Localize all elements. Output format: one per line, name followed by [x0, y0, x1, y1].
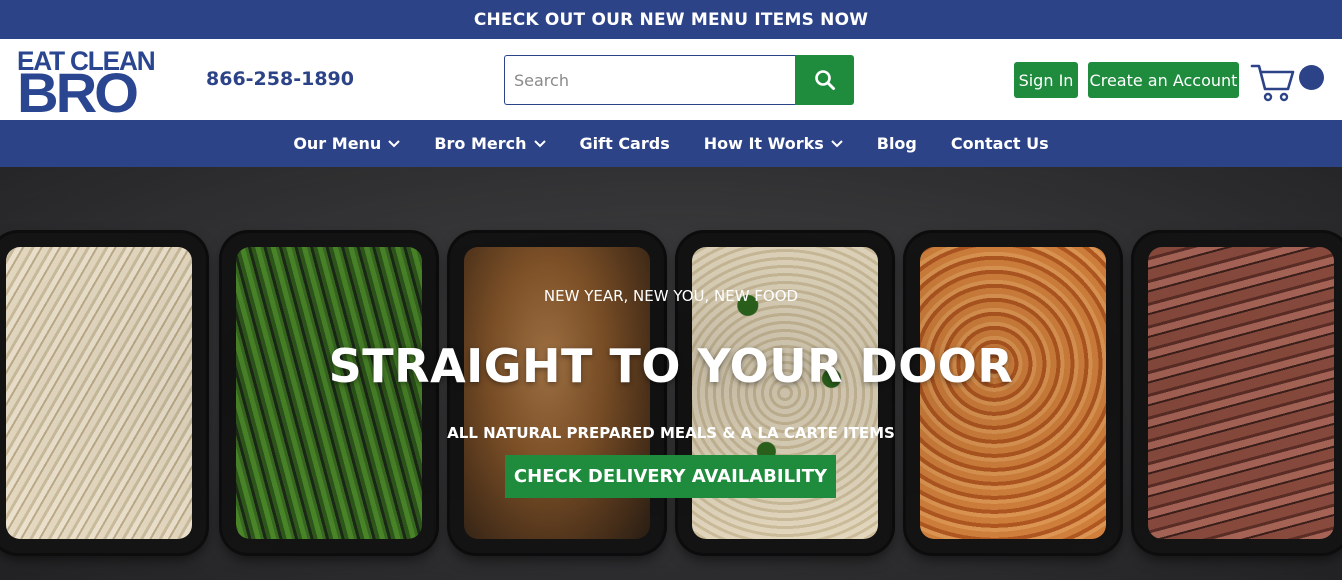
check-delivery-button[interactable]: CHECK DELIVERY AVAILABILITY — [505, 455, 836, 498]
announcement-bar: CHECK OUT OUR NEW MENU ITEMS NOW — [0, 0, 1342, 39]
hero-banner: NEW YEAR, NEW YOU, NEW FOOD STRAIGHT TO … — [0, 167, 1342, 580]
nav-item-label: Contact Us — [950, 134, 1049, 153]
hero-title: STRAIGHT TO YOUR DOOR — [328, 339, 1014, 393]
nav-item-bro-merch[interactable]: Bro Merch — [434, 134, 546, 153]
chevron-down-icon — [831, 139, 843, 148]
nav-item-blog[interactable]: Blog — [877, 134, 917, 153]
chevron-down-icon — [388, 139, 401, 148]
nav-item-label: Our Menu — [293, 134, 382, 153]
search-input[interactable] — [504, 55, 795, 105]
search-icon — [814, 70, 835, 90]
nav-item-label: Bro Merch — [434, 134, 527, 153]
nav-item-contact-us[interactable]: Contact Us — [951, 134, 1049, 153]
hero-subtitle: ALL NATURAL PREPARED MEALS & A LA CARTE … — [447, 424, 895, 442]
nav-item-label: Blog — [876, 134, 917, 153]
nav-item-our-menu[interactable]: Our Menu — [293, 134, 401, 153]
search-bar — [504, 55, 854, 105]
site-header: EAT CLEAN BRO 866-258-1890 Sign In Creat… — [0, 39, 1342, 121]
hero-kicker: NEW YEAR, NEW YOU, NEW FOOD — [543, 287, 799, 305]
announcement-link[interactable]: CHECK OUT OUR NEW MENU ITEMS NOW — [474, 10, 868, 30]
chevron-down-icon — [533, 139, 546, 148]
cart-count-badge — [1299, 65, 1324, 90]
create-account-button[interactable]: Create an Account — [1088, 62, 1239, 98]
main-nav: Our Menu Bro Merch Gift Cards How It Wor… — [0, 120, 1342, 167]
nav-item-label: Gift Cards — [579, 134, 670, 153]
site-logo[interactable]: EAT CLEAN BRO — [17, 48, 159, 121]
nav-item-how-it-works[interactable]: How It Works — [704, 134, 843, 153]
cart-icon — [1250, 64, 1295, 102]
logo-line-2: BRO — [17, 61, 139, 124]
nav-item-gift-cards[interactable]: Gift Cards — [580, 134, 670, 153]
cart-button[interactable] — [1250, 61, 1330, 103]
phone-number-link[interactable]: 866-258-1890 — [206, 68, 354, 90]
nav-item-label: How It Works — [703, 134, 824, 153]
search-button[interactable] — [795, 55, 854, 105]
sign-in-button[interactable]: Sign In — [1014, 62, 1078, 98]
